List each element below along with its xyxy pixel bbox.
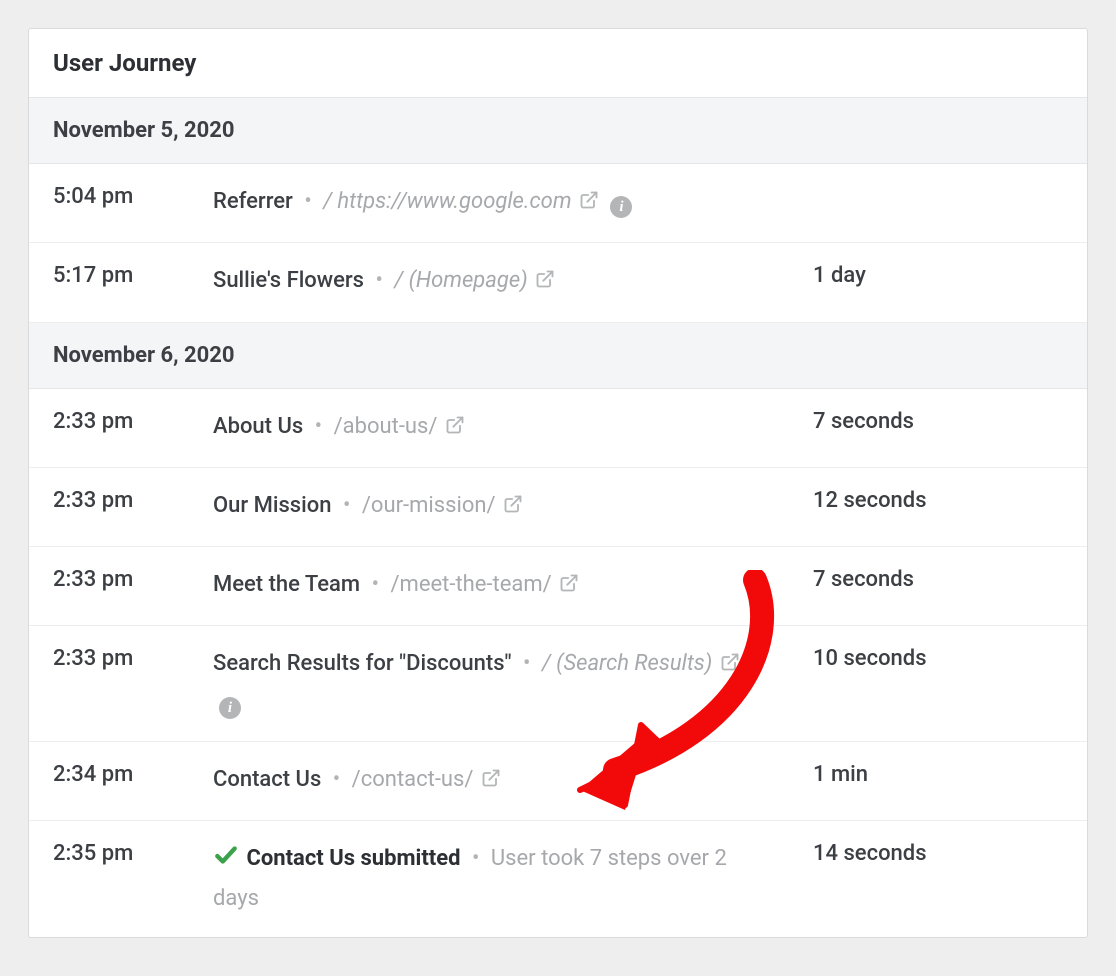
row-main: About Us • /about-us/ xyxy=(213,409,813,447)
row-main: Search Results for "Discounts" • / (Sear… xyxy=(213,646,813,721)
row-path: / (Search Results) xyxy=(542,651,712,676)
row-title: Sullie's Flowers xyxy=(213,268,364,293)
user-journey-panel: User Journey November 5, 2020 5:04 pm Re… xyxy=(28,28,1088,938)
row-time: 2:35 pm xyxy=(53,841,213,866)
journey-row: 2:34 pm Contact Us • /contact-us/ 1 min xyxy=(29,742,1087,821)
row-duration: 7 seconds xyxy=(813,567,1063,592)
journey-row: 2:33 pm Search Results for "Discounts" •… xyxy=(29,626,1087,742)
row-path: / https://www.google.com xyxy=(323,189,571,214)
external-link-icon[interactable] xyxy=(535,265,555,301)
row-duration: 1 day xyxy=(813,263,1063,288)
row-time: 5:17 pm xyxy=(53,263,213,288)
row-title: About Us xyxy=(213,414,303,439)
row-title: Referrer xyxy=(213,189,293,214)
row-duration: 1 min xyxy=(813,762,1063,787)
row-title: Search Results for "Discounts" xyxy=(213,651,512,676)
external-link-icon[interactable] xyxy=(503,490,523,526)
row-duration: 14 seconds xyxy=(813,841,1063,866)
row-main: Referrer • / https://www.google.com i xyxy=(213,184,813,222)
row-main: Sullie's Flowers • / (Homepage) xyxy=(213,263,813,301)
row-duration: 7 seconds xyxy=(813,409,1063,434)
external-link-icon[interactable] xyxy=(481,764,501,800)
external-link-icon[interactable] xyxy=(579,186,599,222)
info-icon[interactable]: i xyxy=(219,697,241,719)
row-path: /our-mission/ xyxy=(362,493,496,518)
journey-row: 2:33 pm About Us • /about-us/ 7 seconds xyxy=(29,389,1087,468)
separator-dot: • xyxy=(517,651,536,676)
row-time: 2:34 pm xyxy=(53,762,213,787)
row-path: /about-us/ xyxy=(334,414,438,439)
row-time: 2:33 pm xyxy=(53,409,213,434)
external-link-icon[interactable] xyxy=(559,569,579,605)
date-header: November 5, 2020 xyxy=(29,98,1087,164)
separator-dot: • xyxy=(309,414,328,439)
row-title: Contact Us xyxy=(213,767,321,792)
row-main: Our Mission • /our-mission/ xyxy=(213,488,813,526)
external-link-icon[interactable] xyxy=(445,411,465,447)
row-title: Contact Us submitted xyxy=(246,846,460,871)
date-header: November 6, 2020 xyxy=(29,323,1087,389)
info-icon[interactable]: i xyxy=(610,196,632,218)
journey-row: 5:04 pm Referrer • / https://www.google.… xyxy=(29,164,1087,243)
row-path: / (Homepage) xyxy=(394,268,527,293)
journey-row: 5:17 pm Sullie's Flowers • / (Homepage) … xyxy=(29,243,1087,322)
check-icon xyxy=(213,842,239,880)
separator-dot: • xyxy=(369,268,388,293)
row-duration: 10 seconds xyxy=(813,646,1063,671)
row-title: Meet the Team xyxy=(213,572,360,597)
panel-title: User Journey xyxy=(29,29,1087,98)
row-duration: 12 seconds xyxy=(813,488,1063,513)
journey-row: 2:35 pm Contact Us submitted • User took… xyxy=(29,821,1087,937)
separator-dot: • xyxy=(298,189,317,214)
journey-row: 2:33 pm Meet the Team • /meet-the-team/ … xyxy=(29,547,1087,626)
external-link-icon[interactable] xyxy=(720,648,740,684)
row-time: 2:33 pm xyxy=(53,488,213,513)
row-time: 5:04 pm xyxy=(53,184,213,209)
separator-dot: • xyxy=(466,846,485,871)
separator-dot: • xyxy=(327,767,346,792)
separator-dot: • xyxy=(337,493,356,518)
row-title: Our Mission xyxy=(213,493,331,518)
row-main: Contact Us • /contact-us/ xyxy=(213,762,813,800)
row-path: /meet-the-team/ xyxy=(390,572,551,597)
row-time: 2:33 pm xyxy=(53,646,213,671)
separator-dot: • xyxy=(366,572,385,597)
row-time: 2:33 pm xyxy=(53,567,213,592)
row-main: Contact Us submitted • User took 7 steps… xyxy=(213,841,813,917)
row-main: Meet the Team • /meet-the-team/ xyxy=(213,567,813,605)
row-path: /contact-us/ xyxy=(352,767,474,792)
journey-row: 2:33 pm Our Mission • /our-mission/ 12 s… xyxy=(29,468,1087,547)
